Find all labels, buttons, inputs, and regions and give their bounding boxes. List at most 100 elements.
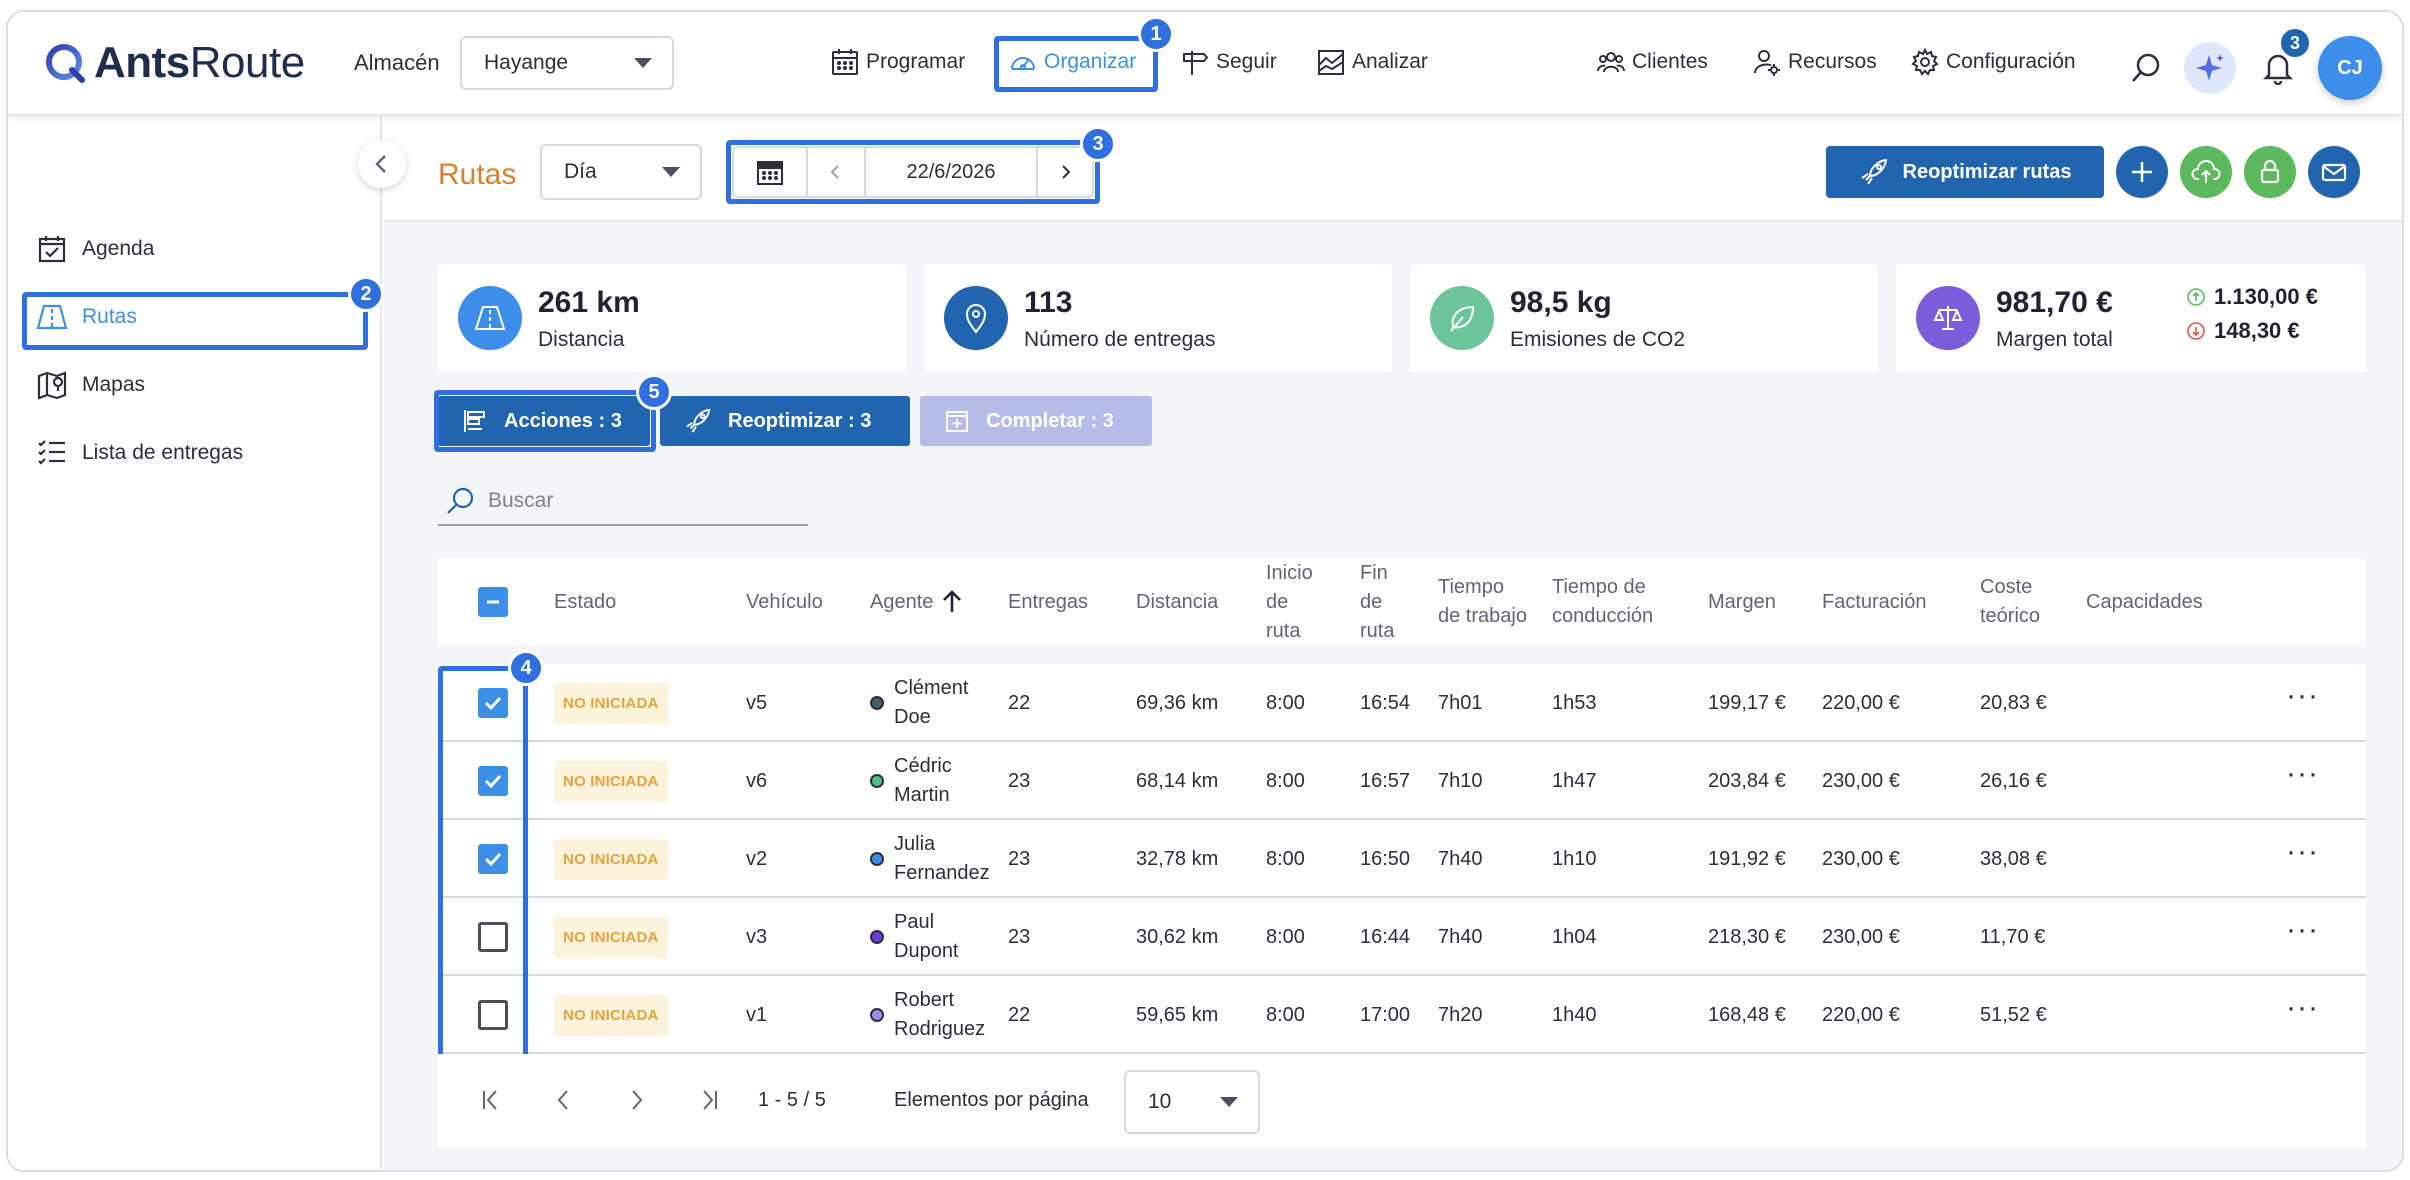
agent-name: Cédric Martin [894,755,952,806]
col-trabajo[interactable]: Tiempo de trabajo [1438,558,1528,646]
nav-configuracion[interactable]: Configuración [1910,40,2076,84]
list-icon [38,440,65,465]
col-estado[interactable]: Estado [554,558,616,646]
row-menu-button[interactable]: ··· [2286,898,2319,976]
chevron-right-icon [632,1090,643,1110]
add-calendar-icon [946,411,968,432]
col-conduccion[interactable]: Tiempo de conducción [1552,558,1682,646]
cloud-upload-button[interactable] [2180,146,2232,198]
cell-cost: 26,16 € [1980,769,2047,792]
reoptimizar-label: Reoptimizar : 3 [728,409,872,432]
cell-distance: 32,78 km [1136,847,1219,870]
agent-name: Clément Doe [894,677,969,728]
col-inicio[interactable]: Inicio de ruta [1266,558,1326,646]
sidebar-item-mapas[interactable]: Mapas [36,360,145,410]
cell-cost: 20,83 € [1980,691,2047,714]
leaf-icon [1430,286,1494,350]
highlight-rutas [22,292,368,350]
sidebar-collapse-button[interactable] [358,140,406,188]
signpost-icon [1183,51,1209,75]
col-agente[interactable]: Agente [870,558,963,646]
more-horizontal-icon: ··· [2286,835,2319,868]
col-capacidades[interactable]: Capacidades [2086,558,2203,646]
col-vehiculo[interactable]: Vehículo [746,558,823,646]
cell-status: NO INICIADA [554,664,668,742]
cell-margin: 218,30 € [1708,925,1786,948]
sidebar-item-agenda[interactable]: Agenda [36,224,154,274]
row-menu-button[interactable]: ··· [2286,820,2319,898]
reoptimize-routes-button[interactable]: Reoptimizar rutas [1826,146,2104,198]
search-input[interactable] [488,489,788,513]
warehouse-value: Hayange [484,51,569,74]
col-coste[interactable]: Coste teórico [1980,558,2060,646]
nav-seguir[interactable]: Seguir [1180,40,1277,84]
row-menu-button[interactable]: ··· [2286,664,2319,742]
next-page-button[interactable] [616,1080,656,1120]
search-button[interactable] [2126,48,2166,88]
nav-label: Configuración [1946,50,2076,73]
stat-card-co2: 98,5 kg Emisiones de CO2 [1410,264,1878,372]
rocket-icon [1860,158,1887,185]
highlight-organizar [994,36,1158,92]
reoptimizar-button[interactable]: Reoptimizar : 3 [660,396,910,446]
per-page-select[interactable]: 10 [1124,1070,1260,1134]
callout-badge-1: 1 [1138,16,1174,52]
nav-label: Clientes [1632,50,1708,73]
cell-deliveries: 23 [1008,925,1031,948]
top-navbar: AntsRoute Almacén Hayange Programar Orga… [8,12,2402,116]
col-margen[interactable]: Margen [1708,558,1776,646]
table-row[interactable]: NO INICIADA Julia Fernandez v2 23 32,78 km 8:… [438,820,2366,898]
margin-cost: 148,30 € [2186,318,2300,344]
avatar[interactable]: CJ [2318,36,2382,100]
view-select[interactable]: Día [540,144,702,200]
lock-button[interactable] [2244,146,2296,198]
cell-vehicle: v5 [746,691,768,714]
nav-analizar[interactable]: Analizar [1316,40,1428,84]
col-fin[interactable]: Fin de ruta [1360,558,1410,646]
ai-assistant-button[interactable] [2184,42,2236,94]
col-distancia[interactable]: Distancia [1136,558,1218,646]
col-facturacion[interactable]: Facturación [1822,558,1927,646]
callout-badge-4: 4 [508,650,544,686]
nav-label: Analizar [1352,50,1428,73]
col-entregas[interactable]: Entregas [1008,558,1088,646]
cell-deliveries: 23 [1008,769,1031,792]
cell-billing: 230,00 € [1822,847,1900,870]
add-button[interactable] [2116,146,2168,198]
cell-deliveries: 22 [1008,1003,1031,1026]
email-button[interactable] [2308,146,2360,198]
table-row[interactable]: NO INICIADA Robert Rodriguez v1 22 59,65 km 8… [438,976,2366,1054]
callout-badge-5: 5 [636,374,672,410]
sidebar-item-lista-entregas[interactable]: Lista de entregas [36,428,243,478]
stat-label: Margen total [1996,328,2113,351]
warehouse-select[interactable]: Hayange [460,36,674,90]
select-all-checkbox[interactable] [478,558,508,646]
cell-end: 16:54 [1360,691,1411,714]
chevron-left-icon [375,155,386,173]
previous-page-button[interactable] [544,1080,584,1120]
nav-programar[interactable]: Programar [830,40,965,84]
nav-clientes[interactable]: Clientes [1596,40,1708,84]
cell-margin: 199,17 € [1708,691,1786,714]
table-row[interactable]: NO INICIADA Cédric Martin v6 23 68,14 km 8:00… [438,742,2366,820]
row-menu-button[interactable]: ··· [2286,976,2319,1054]
stat-label: Emisiones de CO2 [1510,328,1686,351]
notification-count-badge: 3 [2278,26,2312,60]
nav-recursos[interactable]: Recursos [1752,40,1877,84]
cell-billing: 220,00 € [1822,691,1900,714]
arrow-up-circle-icon [2187,288,2205,306]
row-menu-button[interactable]: ··· [2286,742,2319,820]
completar-button[interactable]: Completar : 3 [920,396,1152,446]
plus-icon [2132,162,2152,182]
last-page-button[interactable] [688,1080,728,1120]
table-row[interactable]: NO INICIADA Paul Dupont v3 23 30,62 km 8:00 16… [438,898,2366,976]
cell-status: NO INICIADA [554,898,668,976]
logo[interactable]: AntsRoute [44,38,305,88]
table-row[interactable]: NO INICIADA Clément Doe v5 22 69,36 km 8:00 16… [438,664,2366,742]
cell-work-time: 7h01 [1438,691,1483,714]
first-page-icon [483,1090,497,1110]
first-page-button[interactable] [472,1080,512,1120]
sidebar-item-label: Agenda [82,237,155,260]
per-page-label: Elementos por página [894,1088,1089,1111]
cell-end: 16:50 [1360,847,1411,870]
